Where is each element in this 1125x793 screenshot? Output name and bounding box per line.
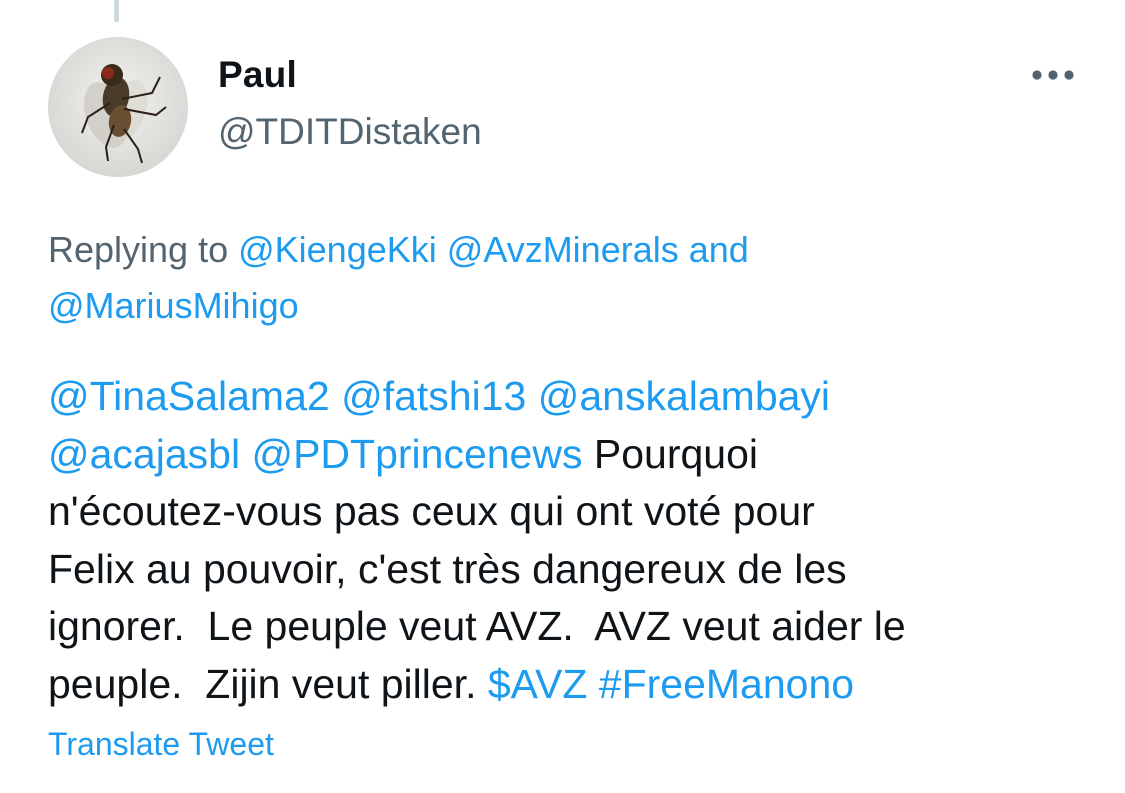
more-options-button[interactable]	[1018, 54, 1088, 96]
replying-to-prefix: Replying to	[48, 229, 239, 270]
hashtag-link[interactable]: #FreeManono	[599, 661, 854, 707]
mention-link[interactable]: @AvzMinerals	[447, 229, 679, 270]
replying-to-line: Replying to @KiengeKki @AvzMinerals and @…	[48, 222, 1088, 334]
mention-link[interactable]: @fatshi13	[341, 373, 526, 419]
mention-link[interactable]: @TinaSalama2	[48, 373, 330, 419]
tweet-body: @TinaSalama2 @fatshi13 @anskalambayi @ac…	[48, 368, 1088, 713]
cashtag-link[interactable]: $AVZ	[488, 661, 588, 707]
thread-connector-line	[114, 0, 119, 22]
translate-tweet-link[interactable]: Translate Tweet	[48, 722, 274, 766]
fly-photo-avatar-icon	[48, 37, 188, 177]
replying-conjunction[interactable]: and	[679, 229, 749, 270]
avatar[interactable]	[48, 37, 188, 177]
mention-link[interactable]: @anskalambayi	[538, 373, 830, 419]
author-display-name[interactable]: Paul	[218, 53, 297, 97]
ellipsis-icon	[1032, 70, 1074, 80]
mention-link[interactable]: @MariusMihigo	[48, 285, 299, 326]
mention-link[interactable]: @KiengeKki	[238, 229, 437, 270]
author-handle[interactable]: @TDITDistaken	[218, 110, 482, 154]
mention-link[interactable]: @PDTprincenews	[251, 431, 582, 477]
mention-link[interactable]: @acajasbl	[48, 431, 240, 477]
